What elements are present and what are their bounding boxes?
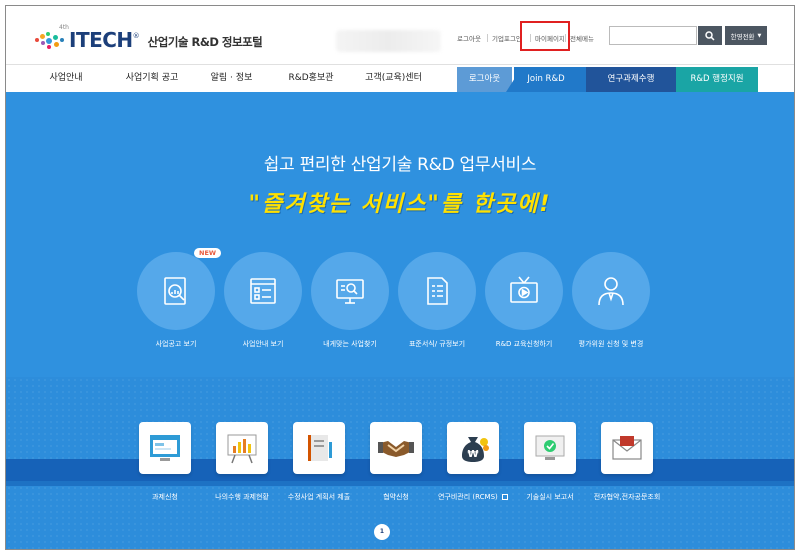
new-badge: NEW — [194, 248, 222, 258]
quick-e-document-button[interactable] — [601, 422, 653, 474]
quick-tech-report-button[interactable] — [524, 422, 576, 474]
chart-board-icon — [227, 434, 257, 464]
monitor-report-icon — [535, 435, 565, 460]
language-button[interactable]: 한영전환 ▼ — [725, 26, 767, 45]
logo-subtitle: 산업기술 R&D 정보포털 — [147, 35, 263, 49]
chevron-down-icon: ▼ — [757, 32, 762, 39]
logout-link[interactable]: 로그아웃 — [457, 33, 481, 43]
quick-status-button[interactable] — [216, 422, 268, 474]
tab-logout[interactable]: 로그아웃 — [457, 67, 512, 92]
nav-item-pr-hall[interactable]: R&D홍보관 — [276, 65, 346, 92]
search-icon — [705, 30, 715, 41]
money-bag-icon: ₩ — [462, 437, 489, 462]
hero-headline: 쉽고 편리한 산업기술 R&D 업무서비스 — [263, 155, 537, 175]
handshake-icon — [378, 441, 414, 457]
service-notice-button[interactable] — [137, 252, 215, 330]
nav-item-business-guide[interactable]: 사업안내 — [36, 65, 96, 92]
nav-item-customer-center[interactable]: 고객(교육)센터 — [356, 65, 431, 92]
logo-mark-icon: 4th — [33, 24, 69, 50]
quick-agreement-button[interactable] — [370, 422, 422, 474]
quick-label: 전자협약,전자공문조회 — [593, 493, 661, 501]
logo-text: ITECH — [69, 28, 133, 52]
logo-trademark: ® — [132, 32, 140, 40]
service-guide-button[interactable] — [224, 252, 302, 330]
book-icon — [308, 435, 332, 461]
blurred-user-info — [336, 30, 441, 52]
site-header: 4th ITECH ® 산업기술 R&D 정보포털 로그아웃 기업포그인 마이페… — [6, 6, 794, 64]
hero-subline: "즐겨찾는 서비스"를 한곳에! — [248, 192, 552, 217]
quick-menu-band-shadow — [6, 481, 794, 486]
corp-login-link[interactable]: 기업포그인 — [492, 33, 522, 43]
language-label: 한영전환 — [730, 32, 755, 41]
svg-text:₩: ₩ — [467, 449, 478, 460]
carousel-pager[interactable]: 1 — [374, 524, 390, 540]
form-document-icon — [427, 277, 448, 305]
service-evaluator-button[interactable] — [572, 252, 650, 330]
service-forms-button[interactable] — [398, 252, 476, 330]
main-nav: 사업안내 사업기획 공고 알림 · 정보 R&D홍보관 고객(교육)센터 로그아… — [6, 64, 794, 92]
mypage-highlight-box — [520, 21, 570, 51]
quick-label-text: 연구비관리 (RCMS) — [437, 493, 498, 501]
service-education-button[interactable] — [485, 252, 563, 330]
search-document-icon — [164, 277, 186, 305]
tv-play-icon — [510, 276, 538, 303]
logo-sup: 4th — [59, 24, 69, 31]
checklist-icon — [250, 278, 276, 304]
tab-research-project[interactable]: 연구과제수행 — [586, 67, 676, 92]
person-icon — [598, 277, 624, 306]
site-logo[interactable]: 4th ITECH ® 산업기술 R&D 정보포털 — [33, 24, 263, 52]
util-divider — [487, 34, 488, 42]
service-label: 평가위원 신청 및 변경 — [578, 340, 644, 348]
search-input[interactable] — [609, 26, 697, 45]
quick-apply-button[interactable] — [139, 422, 191, 474]
tab-join-rd[interactable]: Join R&D — [506, 67, 586, 92]
hero-section: 쉽고 편리한 산업기술 R&D 업무서비스 "즐겨찾는 서비스"를 한곳에! N… — [6, 92, 794, 549]
nav-item-planning-notice[interactable]: 사업기획 공고 — [112, 65, 192, 92]
quick-plan-submit-button[interactable] — [293, 422, 345, 474]
sitemap-link[interactable]: 전체메뉴 — [570, 33, 594, 43]
search-button[interactable] — [698, 26, 722, 45]
service-find-button[interactable] — [311, 252, 389, 330]
browser-viewport: 4th ITECH ® 산업기술 R&D 정보포털 로그아웃 기업포그인 마이페… — [5, 5, 795, 550]
envelope-icon — [612, 436, 642, 460]
tab-rd-admin[interactable]: R&D 행정지원 — [676, 67, 758, 92]
nav-item-news-info[interactable]: 알림 · 정보 — [204, 65, 259, 92]
quick-rcms-button[interactable]: ₩ — [447, 422, 499, 474]
monitor-search-icon — [336, 279, 364, 304]
monitor-window-icon — [150, 435, 180, 461]
